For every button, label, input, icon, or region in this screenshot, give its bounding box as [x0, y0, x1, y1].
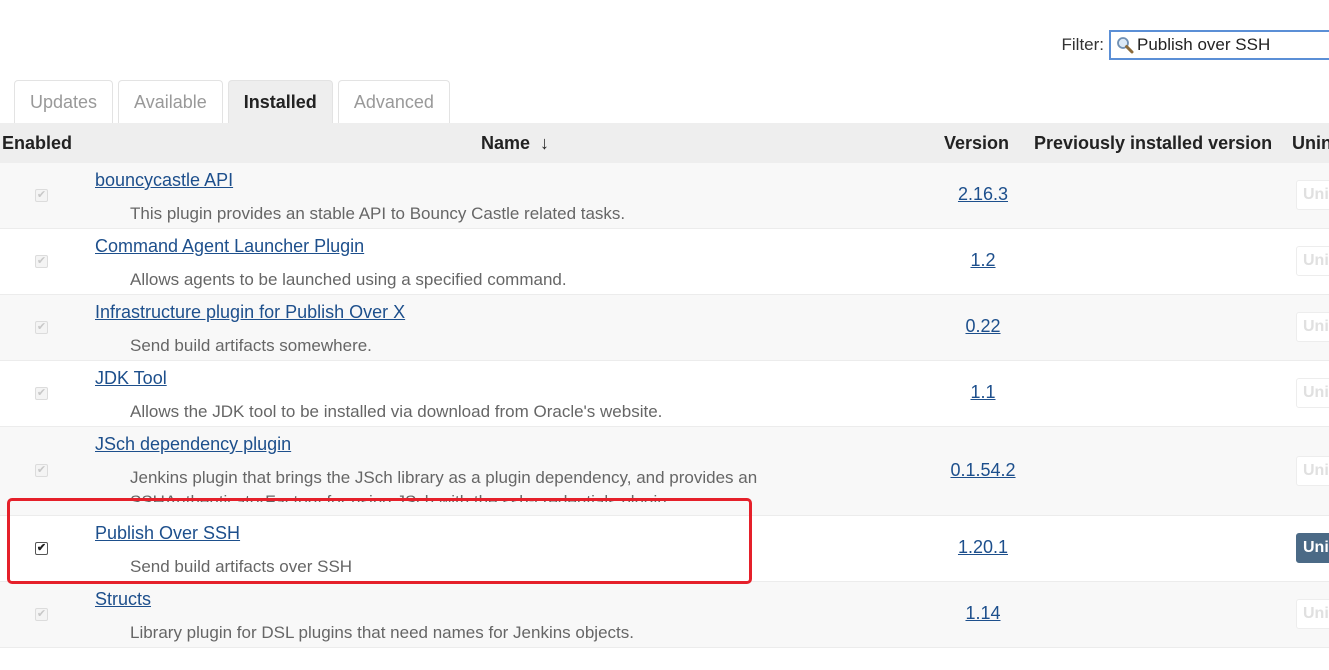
table-row: ✔ Structs Library plugin for DSL plugins… — [0, 582, 1329, 648]
filter-input[interactable] — [1135, 35, 1329, 55]
table-row: ✔ bouncycastle API This plugin provides … — [0, 163, 1329, 229]
header-name-label: Name — [481, 132, 531, 153]
plugin-tabs: Updates Available Installed Advanced — [14, 80, 455, 123]
table-row: ✔ Command Agent Launcher Plugin Allows a… — [0, 229, 1329, 295]
header-name[interactable]: Name ↓ — [481, 123, 549, 163]
plugin-description: Send build artifacts over SSH — [130, 557, 353, 576]
header-version[interactable]: Version — [944, 123, 1009, 163]
plugin-version-link[interactable]: 1.1 — [943, 382, 1023, 403]
plugin-description: Allows agents to be launched using a spe… — [130, 270, 567, 289]
enabled-checkbox[interactable]: ✔ — [35, 387, 48, 400]
plugin-name-link[interactable]: JDK Tool — [95, 368, 167, 389]
search-icon — [1114, 34, 1135, 56]
table-row: ✔ JDK Tool Allows the JDK tool to be ins… — [0, 361, 1329, 427]
plugin-description: Allows the JDK tool to be installed via … — [130, 402, 663, 421]
header-uninstall[interactable]: Uninstall — [1292, 123, 1329, 163]
sort-arrow-icon: ↓ — [540, 132, 550, 153]
plugin-name-link[interactable]: Command Agent Launcher Plugin — [95, 236, 364, 257]
filter-label: Filter: — [1061, 35, 1105, 54]
tab-label: Installed — [243, 91, 317, 112]
tab-label: Available — [134, 91, 207, 112]
plugin-description: Send build artifacts somewhere. — [130, 336, 372, 355]
table-header: Enabled Name ↓ Version Previously instal… — [0, 123, 1329, 163]
table-row: ✔ JSch dependency plugin Jenkins plugin … — [0, 427, 1329, 516]
uninstall-button[interactable]: Uninstall — [1296, 378, 1329, 408]
plugin-version-link[interactable]: 2.16.3 — [943, 184, 1023, 205]
plugin-version-link[interactable]: 1.2 — [943, 250, 1023, 271]
tab-installed[interactable]: Installed — [227, 80, 333, 123]
plugin-name-link[interactable]: JSch dependency plugin — [95, 434, 291, 455]
uninstall-button[interactable]: Uninstall — [1296, 533, 1329, 563]
uninstall-button[interactable]: Uninstall — [1296, 456, 1329, 486]
plugin-description: This plugin provides an stable API to Bo… — [130, 204, 626, 223]
filter-input-wrapper[interactable] — [1109, 30, 1329, 60]
table-row: ✔ Infrastructure plugin for Publish Over… — [0, 295, 1329, 361]
plugin-name-link[interactable]: bouncycastle API — [95, 170, 233, 191]
enabled-checkbox[interactable]: ✔ — [35, 608, 48, 621]
uninstall-button[interactable]: Uninstall — [1296, 180, 1329, 210]
plugin-version-link[interactable]: 1.20.1 — [943, 537, 1023, 558]
header-enabled[interactable]: Enabled — [2, 123, 72, 163]
enabled-checkbox[interactable]: ✔ — [35, 189, 48, 202]
plugin-name-link[interactable]: Publish Over SSH — [95, 523, 240, 544]
enabled-checkbox[interactable]: ✔ — [35, 255, 48, 268]
tab-updates[interactable]: Updates — [14, 80, 114, 123]
tab-label: Advanced — [353, 91, 434, 112]
uninstall-button[interactable]: Uninstall — [1296, 312, 1329, 342]
plugin-version-link[interactable]: 1.14 — [943, 603, 1023, 624]
installed-plugins-table: Enabled Name ↓ Version Previously instal… — [0, 123, 1329, 648]
tab-label: Updates — [30, 91, 98, 112]
tab-advanced[interactable]: Advanced — [337, 80, 450, 123]
table-row: ✔ Publish Over SSH Send build artifacts … — [0, 516, 1329, 582]
tab-available[interactable]: Available — [118, 80, 223, 123]
filter-bar: Filter: — [1062, 28, 1329, 62]
plugin-name-link[interactable]: Infrastructure plugin for Publish Over X — [95, 302, 405, 323]
plugin-description: Jenkins plugin that brings the JSch libr… — [130, 468, 758, 502]
uninstall-button[interactable]: Uninstall — [1296, 599, 1329, 629]
plugin-version-link[interactable]: 0.22 — [943, 316, 1023, 337]
plugin-name-link[interactable]: Structs — [95, 589, 151, 610]
header-previous-version[interactable]: Previously installed version — [1034, 123, 1272, 163]
plugin-description: Library plugin for DSL plugins that need… — [130, 623, 634, 642]
plugin-version-link[interactable]: 0.1.54.2 — [943, 460, 1023, 481]
enabled-checkbox[interactable]: ✔ — [35, 321, 48, 334]
enabled-checkbox[interactable]: ✔ — [35, 542, 48, 555]
uninstall-button[interactable]: Uninstall — [1296, 246, 1329, 276]
enabled-checkbox[interactable]: ✔ — [35, 464, 48, 477]
